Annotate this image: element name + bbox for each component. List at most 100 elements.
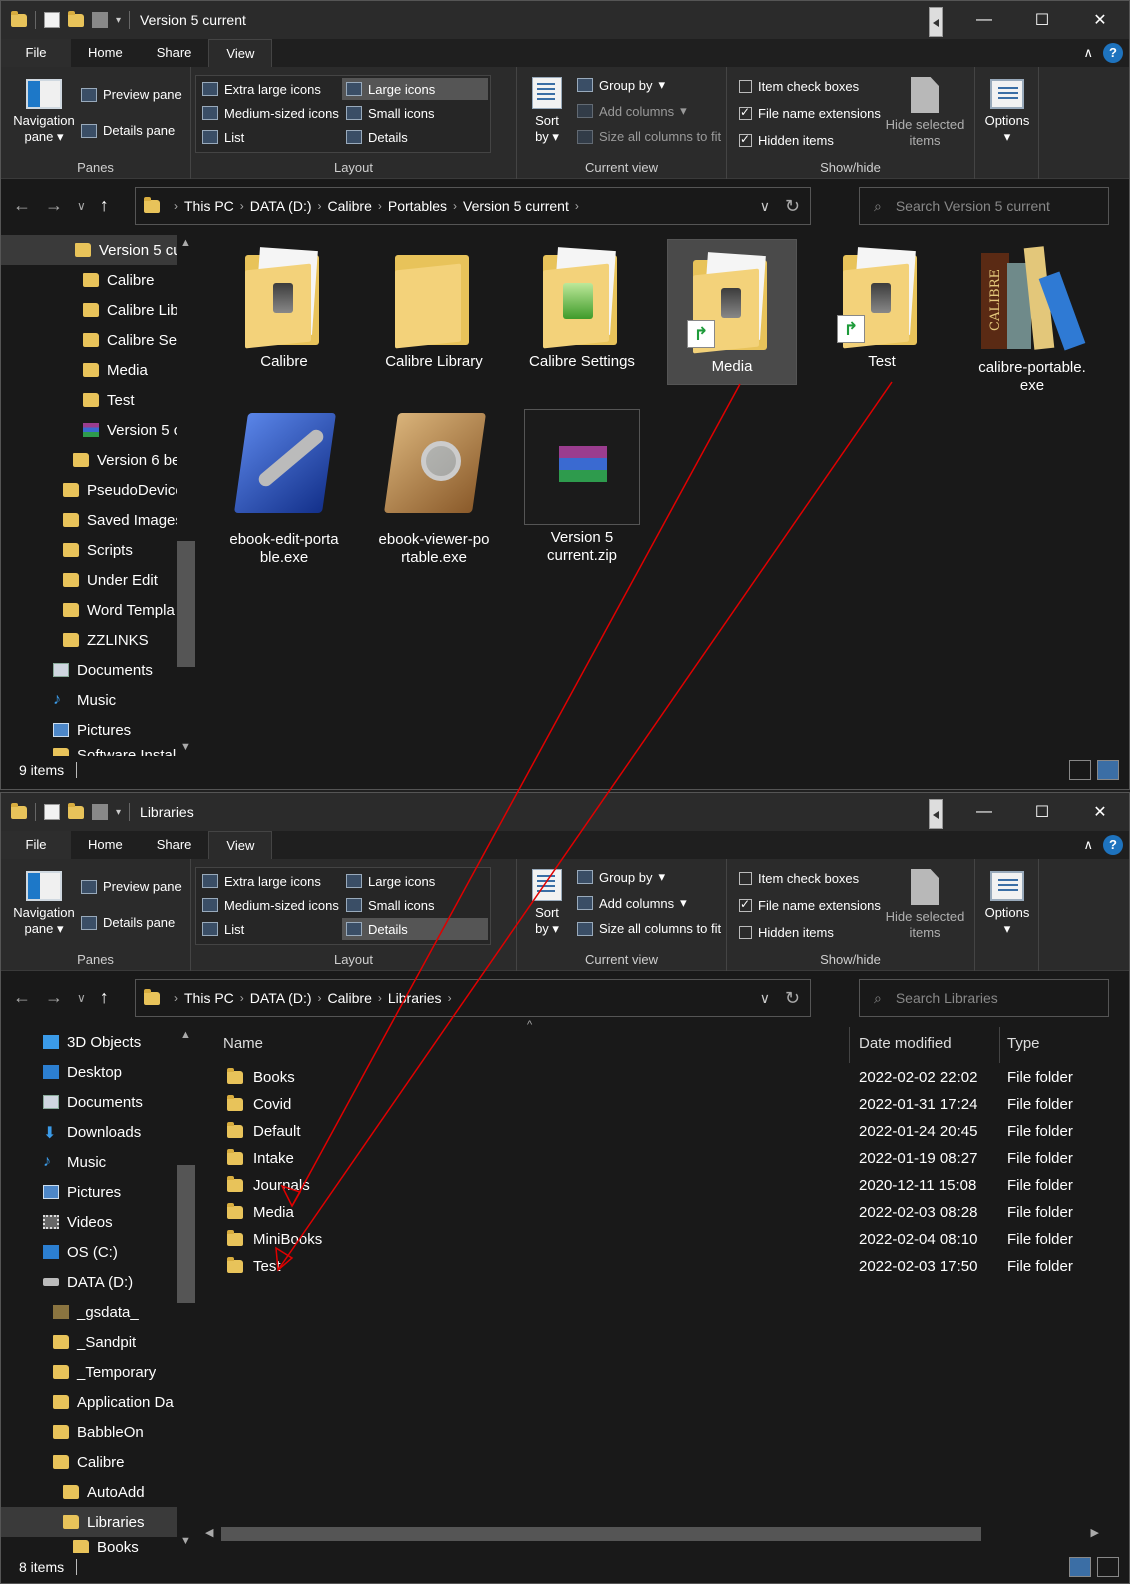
file-item[interactable]: Calibre Library (369, 235, 499, 385)
maximize-button[interactable]: ☐ (1013, 793, 1071, 831)
nav-item[interactable]: Saved Images (63, 505, 177, 535)
sort-by-button[interactable]: Sort by ▾ (527, 869, 567, 937)
group-by-button[interactable]: Group by ▾ (577, 77, 665, 93)
nav-item[interactable]: BabbleOn (53, 1417, 144, 1447)
horizontal-scrollbar[interactable]: ◀ ▶ (203, 1525, 1101, 1543)
forward-arrow-icon[interactable]: → (45, 195, 63, 216)
nav-item[interactable]: Calibre (83, 265, 155, 295)
maximize-button[interactable]: ☐ (1013, 1, 1071, 39)
nav-item[interactable]: ZZLINKS (63, 625, 149, 655)
breadcrumb[interactable]: This PC (184, 198, 234, 214)
hide-selected-button[interactable]: Hide selected items (883, 869, 967, 941)
layout-large-icons[interactable]: Large icons (342, 870, 439, 892)
nav-item-selected[interactable]: Libraries (1, 1507, 177, 1537)
column-header-name[interactable]: Name (223, 1035, 263, 1052)
recent-chevron-icon[interactable]: ∨ (77, 991, 86, 1005)
scroll-up-icon[interactable]: ▲ (180, 1029, 191, 1041)
size-columns-button[interactable]: Size all columns to fit (577, 921, 721, 936)
nav-item[interactable]: _gsdata_ (53, 1297, 139, 1327)
close-button[interactable]: ✕ (1071, 1, 1129, 39)
scroll-down-icon[interactable]: ▼ (180, 1535, 191, 1547)
nav-scrollbar[interactable]: ▲ ▼ (177, 235, 195, 755)
file-item[interactable]: calibre-portable. exe (967, 235, 1097, 405)
close-button[interactable]: ✕ (1071, 793, 1129, 831)
nav-item[interactable]: Word Templa (63, 595, 177, 625)
nav-item[interactable]: Under Edit (63, 565, 158, 595)
file-item[interactable]: ebook-viewer-po rtable.exe (369, 407, 499, 577)
nav-item[interactable]: PseudoDevice (63, 475, 177, 505)
breadcrumb[interactable]: This PC (184, 990, 234, 1006)
file-item-selected[interactable]: ↱ Media (667, 239, 797, 385)
checkbox[interactable] (739, 926, 752, 939)
tab-file[interactable]: File (1, 831, 71, 859)
breadcrumb[interactable]: Calibre (328, 198, 372, 214)
refresh-icon[interactable]: ↻ (785, 196, 800, 217)
tab-share[interactable]: Share (140, 831, 209, 859)
new-folder-icon[interactable] (68, 10, 84, 27)
hidden-items-toggle[interactable]: Hidden items (739, 132, 834, 148)
address-bar[interactable]: › This PC › DATA (D:) › Calibre › Libraries… (135, 979, 811, 1017)
nav-item[interactable]: _Temporary (53, 1357, 156, 1387)
tab-view[interactable]: View (208, 39, 273, 67)
navigation-pane-button[interactable]: Navigation pane ▾ (9, 79, 79, 145)
nav-item[interactable]: Media (83, 355, 148, 385)
layout-list[interactable]: List (198, 918, 248, 940)
hidden-items-toggle[interactable]: Hidden items (739, 925, 834, 940)
layout-details[interactable]: Details (342, 126, 412, 148)
layout-list[interactable]: List (198, 126, 248, 148)
nav-item[interactable]: 3D Objects (43, 1027, 141, 1057)
breadcrumb[interactable]: Calibre (328, 990, 372, 1006)
nav-item[interactable]: ⬇ Downloads (43, 1117, 141, 1147)
properties-icon[interactable] (44, 804, 60, 820)
details-pane-button[interactable]: Details pane (81, 915, 175, 930)
scrollbar-thumb[interactable] (221, 1527, 981, 1541)
file-item[interactable]: Calibre Settings (517, 235, 647, 385)
navigation-pane-button[interactable]: Navigation pane ▾ (9, 871, 79, 937)
scrollbar-thumb[interactable] (177, 541, 195, 667)
nav-item[interactable]: Documents (53, 655, 153, 685)
layout-extra-large-icons[interactable]: Extra large icons (198, 78, 325, 100)
search-input[interactable]: ⌕ Search Version 5 current (859, 187, 1109, 225)
nav-item[interactable]: DATA (D:) (43, 1267, 133, 1297)
breadcrumb[interactable]: DATA (D:) (250, 990, 312, 1006)
file-item[interactable]: ebook-edit-porta ble.exe (219, 407, 349, 577)
nav-item[interactable]: Calibre Lib (83, 295, 177, 325)
breadcrumb[interactable]: Version 5 current (463, 198, 569, 214)
nav-item[interactable]: Videos (43, 1207, 113, 1237)
preview-pane-button[interactable]: Preview pane (81, 87, 182, 102)
layout-medium-icons[interactable]: Medium-sized icons (198, 894, 343, 916)
column-divider[interactable] (999, 1027, 1000, 1063)
back-arrow-icon[interactable]: ← (13, 987, 31, 1008)
minimize-button[interactable]: — (955, 793, 1013, 831)
breadcrumb[interactable]: Libraries (388, 990, 442, 1006)
file-item[interactable]: Calibre (219, 235, 349, 385)
details-view-icon[interactable] (1069, 760, 1091, 780)
rename-icon[interactable] (92, 12, 108, 28)
breadcrumb[interactable]: DATA (D:) (250, 198, 312, 214)
sort-by-button[interactable]: Sort by ▾ (527, 77, 567, 145)
chevron-down-icon[interactable]: ∨ (760, 198, 770, 215)
tab-home[interactable]: Home (71, 831, 140, 859)
help-icon[interactable]: ? (1103, 43, 1123, 63)
nav-scrollbar[interactable]: ▲ ▼ (177, 1027, 195, 1549)
file-extensions-toggle[interactable]: File name extensions (739, 105, 881, 121)
table-row[interactable]: Journals 2020-12-11 15:08 File folder (199, 1173, 1129, 1200)
layout-extra-large-icons[interactable]: Extra large icons (198, 870, 325, 892)
nav-item[interactable]: Scripts (63, 535, 133, 565)
nav-item[interactable]: Version 5 cu (1, 235, 177, 265)
ribbon-scroll-icon[interactable] (929, 799, 943, 829)
properties-icon[interactable] (44, 12, 60, 28)
file-item[interactable]: ↱ Test (817, 235, 947, 385)
nav-item[interactable]: Pictures (53, 715, 131, 745)
new-folder-icon[interactable] (68, 802, 84, 819)
nav-item[interactable]: OS (C:) (43, 1237, 118, 1267)
rename-icon[interactable] (92, 804, 108, 820)
table-row[interactable]: MiniBooks 2022-02-04 08:10 File folder (199, 1227, 1129, 1254)
nav-item[interactable]: Version 5 c (83, 415, 177, 445)
nav-item[interactable]: ♪ Music (43, 1147, 106, 1177)
layout-large-icons[interactable]: Large icons (342, 78, 488, 100)
table-row[interactable]: Default 2022-01-24 20:45 File folder (199, 1119, 1129, 1146)
address-bar[interactable]: › This PC › DATA (D:) › Calibre › Portables… (135, 187, 811, 225)
layout-medium-icons[interactable]: Medium-sized icons (198, 102, 343, 124)
tab-file[interactable]: File (1, 39, 71, 67)
